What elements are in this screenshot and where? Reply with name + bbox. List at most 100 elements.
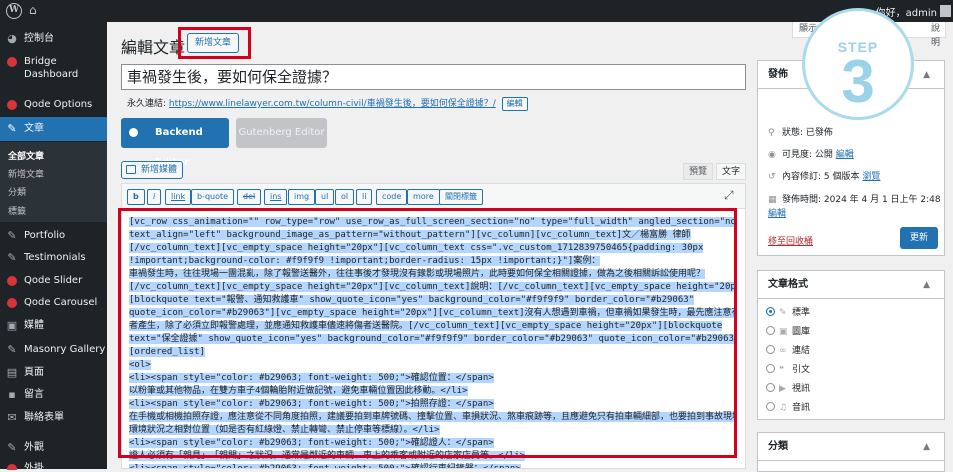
avatar[interactable] bbox=[940, 5, 951, 17]
calendar-icon: ▦ bbox=[768, 195, 777, 205]
sidebar-item-testimonials[interactable]: ✎ Testimonials bbox=[0, 251, 107, 269]
qode-carousel-icon bbox=[6, 296, 18, 311]
quicktag-blockquote[interactable]: b-quote bbox=[191, 189, 235, 205]
publish-box-toggle-icon[interactable]: ▲ bbox=[923, 61, 936, 89]
format-box-title: 文章格式 bbox=[758, 271, 944, 299]
format-icon: ▶ bbox=[779, 384, 786, 394]
update-button[interactable]: 更新 bbox=[900, 227, 938, 249]
permalink-row: 永久連結: https://www.linelawyer.com.tw/colu… bbox=[127, 96, 528, 111]
sidebar-item-dashboard[interactable]: ◕ 控制台 bbox=[0, 32, 107, 50]
sidebar-item-comments[interactable]: ▪ 留言 bbox=[0, 388, 107, 406]
quicktag-img[interactable]: img bbox=[288, 189, 316, 205]
format-box-toggle-icon[interactable]: ▲ bbox=[923, 271, 936, 299]
media-icon bbox=[126, 165, 136, 174]
radio-icon[interactable] bbox=[766, 307, 775, 316]
fullscreen-expand-icon[interactable]: ⤢ bbox=[724, 188, 734, 203]
quicktag-link[interactable]: link bbox=[165, 189, 192, 205]
format-option[interactable]: ∞ 連結 bbox=[766, 343, 810, 356]
format-icon: ♫ bbox=[779, 403, 788, 413]
add-media-label: 新增媒體 bbox=[141, 165, 178, 175]
add-media-button[interactable]: 新增媒體 bbox=[121, 161, 183, 179]
admin-bar: W ⌂ 你好，admin bbox=[0, 0, 953, 22]
backend-editor-button[interactable]: Backend Editor bbox=[121, 118, 229, 168]
quicktag-ins[interactable]: ins bbox=[264, 189, 288, 205]
sidebar-item-masonry-gallery[interactable]: ✎ Masonry Gallery bbox=[0, 343, 107, 361]
revisions-browse-link[interactable]: 瀏覽 bbox=[862, 172, 880, 182]
format-icon: ✎ bbox=[779, 308, 787, 318]
sidebar-item-qode-carousel[interactable]: Qode Carousel bbox=[0, 296, 107, 314]
categories-box: 分類 ▲ bbox=[757, 432, 945, 472]
submenu-all-posts[interactable]: 全部文章 bbox=[8, 149, 44, 162]
quicktag-ol[interactable]: ol bbox=[335, 189, 355, 205]
sidebar-item-label: 頁面 bbox=[24, 367, 44, 378]
revisions-label: 內容修訂: 5 個版本 bbox=[782, 172, 860, 182]
tab-visual-preview[interactable]: 預覽 bbox=[683, 163, 713, 180]
permalink-edit-button[interactable]: 編輯 bbox=[501, 97, 528, 111]
tab-text[interactable]: 文字 bbox=[716, 163, 746, 180]
wordpress-logo-icon[interactable]: W bbox=[6, 3, 22, 19]
sidebar-item-label: 控制台 bbox=[24, 33, 54, 44]
gutenberg-editor-button[interactable]: Gutenberg Editor bbox=[236, 118, 327, 148]
format-option[interactable]: ▶ 視訊 bbox=[766, 381, 810, 394]
publish-date: ▦ 發佈時間: 2024 年 4 月 1 日上午 2:48 bbox=[768, 192, 941, 205]
permalink-link[interactable]: https://www.linelawyer.com.tw/column-civ… bbox=[169, 99, 496, 109]
radio-icon[interactable] bbox=[766, 326, 775, 335]
sidebar-item-media[interactable]: ▣ 媒體 bbox=[0, 319, 107, 337]
pin-icon: ✎ bbox=[7, 122, 17, 135]
home-icon[interactable]: ⌂ bbox=[29, 3, 37, 17]
submenu-add-new[interactable]: 新增文章 bbox=[8, 167, 44, 180]
sidebar-item-posts[interactable]: ✎ 文章 bbox=[0, 117, 107, 141]
format-option[interactable]: ✎ 標準 bbox=[766, 305, 810, 318]
pages-icon: ▤ bbox=[6, 366, 18, 379]
highlight-box-add-new bbox=[178, 27, 251, 59]
publish-date-edit-link[interactable]: 編輯 bbox=[768, 209, 786, 219]
publish-status-label: 狀態: 已發佈 bbox=[782, 128, 833, 138]
format-option-label: 圖庫 bbox=[792, 327, 811, 337]
sidebar-item-portfolio[interactable]: ✎ Portfolio bbox=[0, 229, 107, 247]
qode-slider-icon bbox=[6, 274, 18, 289]
sidebar-item-appearance[interactable]: ✎ 外觀 bbox=[0, 441, 107, 459]
quicktag-close-tags[interactable]: 關閉標籤 bbox=[439, 189, 483, 205]
radio-icon[interactable] bbox=[766, 345, 775, 354]
sidebar-item-contact-form[interactable]: ✉ 聯絡表單 bbox=[0, 411, 107, 429]
format-option[interactable]: ▣ 圖庫 bbox=[766, 324, 810, 337]
quicktag-italic[interactable]: i bbox=[147, 189, 162, 205]
format-icon: ∞ bbox=[779, 346, 787, 356]
sidebar-item-label: Qode Options bbox=[24, 99, 93, 110]
move-to-trash-link[interactable]: 移至回收桶 bbox=[768, 234, 813, 247]
radio-icon[interactable] bbox=[766, 383, 775, 392]
pin-icon: ✎ bbox=[7, 343, 17, 356]
radio-icon[interactable] bbox=[766, 402, 775, 411]
posts-submenu: 全部文章 新增文章 分類 標籤 bbox=[0, 142, 107, 222]
post-title-input[interactable]: 車禍發生後，要如何保全證據？ bbox=[121, 64, 746, 90]
quicktag-code[interactable]: code bbox=[376, 189, 408, 205]
submenu-categories[interactable]: 分類 bbox=[8, 185, 26, 198]
sidebar-item-label: 聯絡表單 bbox=[24, 412, 64, 423]
sidebar-item-pages[interactable]: ▤ 頁面 bbox=[0, 366, 107, 384]
sidebar-item-label: Portfolio bbox=[24, 230, 66, 241]
radio-icon[interactable] bbox=[766, 364, 775, 373]
sidebar-item-label: Masonry Gallery bbox=[24, 344, 106, 355]
sidebar-item-qode-slider[interactable]: Qode Slider bbox=[0, 274, 107, 292]
categories-box-toggle-icon[interactable]: ▲ bbox=[923, 433, 936, 461]
mail-icon: ✉ bbox=[7, 411, 17, 424]
quicktag-ul[interactable]: ul bbox=[315, 189, 335, 205]
format-box: 文章格式 ▲ ✎ 標準 ▣ 圖庫 ∞ 連結 ❝ 引文 ▶ 視訊 ♫ 音訊 bbox=[757, 270, 945, 420]
code-line: <li><span style="color: #b29063; font-we… bbox=[129, 463, 737, 468]
sidebar-item-label: 外觀 bbox=[24, 442, 44, 453]
quicktag-li[interactable]: li bbox=[356, 189, 373, 205]
quicktag-del[interactable]: del bbox=[237, 189, 262, 205]
visibility-edit-link[interactable]: 編輯 bbox=[836, 150, 854, 160]
revisions-icon: ↺ bbox=[768, 172, 776, 182]
quicktag-more[interactable]: more bbox=[407, 189, 440, 205]
sidebar-item-bridge-dashboard[interactable]: Bridge Dashboard bbox=[0, 55, 107, 85]
sidebar-item-label: Qode Slider bbox=[24, 275, 83, 286]
sidebar-item-qode-options[interactable]: Qode Options bbox=[0, 98, 107, 116]
quicktag-bold[interactable]: b bbox=[127, 189, 145, 205]
publish-visibility: ◉ 可見度: 公開 編輯 bbox=[768, 147, 854, 160]
format-option[interactable]: ♫ 音訊 bbox=[766, 400, 810, 413]
submenu-tags[interactable]: 標籤 bbox=[8, 204, 26, 217]
format-option[interactable]: ❝ 引文 bbox=[766, 362, 810, 375]
format-option-label: 連結 bbox=[792, 346, 811, 356]
publish-date-edit: 編輯 bbox=[768, 206, 786, 219]
